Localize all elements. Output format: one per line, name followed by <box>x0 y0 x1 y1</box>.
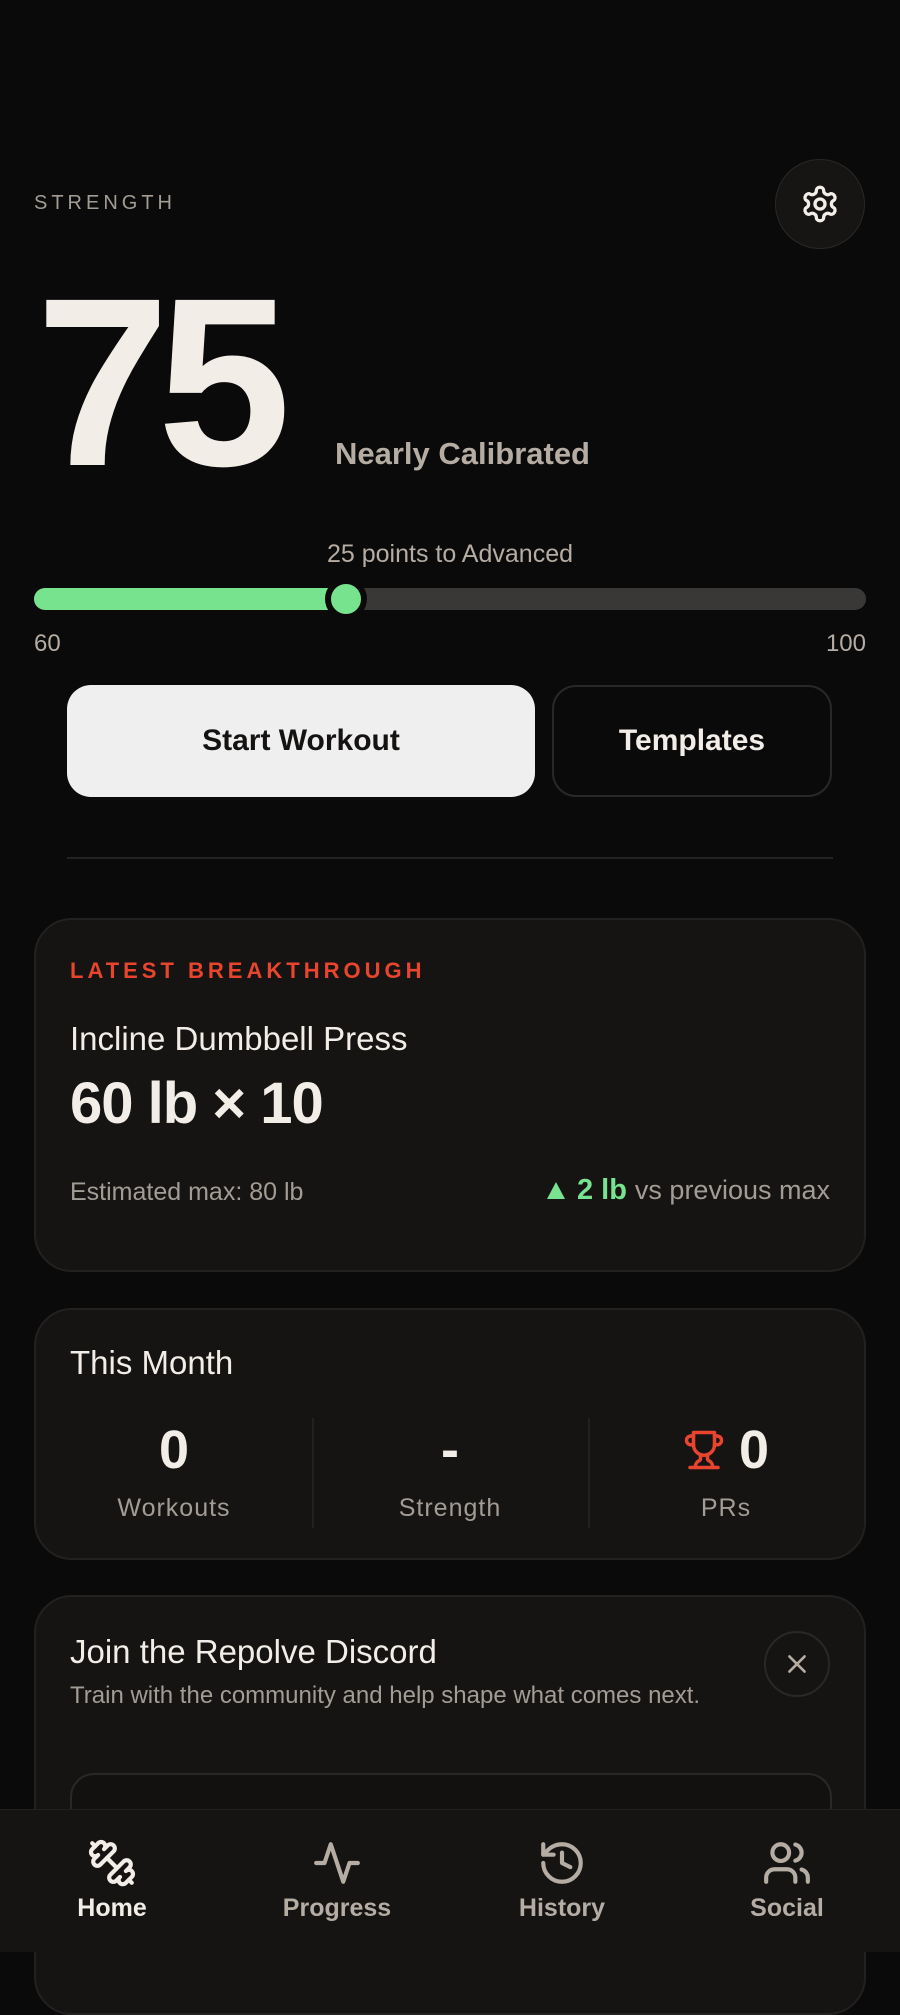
progress-track <box>34 578 866 620</box>
strength-score: 75 <box>36 248 291 516</box>
activity-icon <box>314 1842 360 1884</box>
bottom-nav: Home Progress History Social <box>0 1809 900 1952</box>
nav-item-history[interactable]: History <box>482 1838 642 1923</box>
templates-button[interactable]: Templates <box>552 685 832 797</box>
dumbbell-icon <box>88 1839 136 1887</box>
month-title: This Month <box>70 1344 234 1381</box>
nav-label: Home <box>77 1894 147 1922</box>
latest-breakthrough-card[interactable]: LATEST BREAKTHROUGH Incline Dumbbell Pre… <box>34 918 866 1272</box>
settings-button[interactable] <box>775 159 865 249</box>
discord-card: Join the Repolve Discord Train with the … <box>34 1595 866 2015</box>
history-icon <box>541 1842 583 1884</box>
progress-fill <box>34 588 346 610</box>
stat-value: 0 <box>158 1420 190 1480</box>
this-month-card: This Month 0 Workouts - Strength 0 PRs <box>34 1308 866 1560</box>
arrow-up-icon <box>546 1182 565 1199</box>
delta-value: 2 lb <box>576 1174 627 1206</box>
breakthrough-label: LATEST BREAKTHROUGH <box>70 958 426 983</box>
estimated-max: Estimated max: 80 lb <box>70 1178 304 1206</box>
discord-title: Join the Repolve Discord <box>70 1633 437 1670</box>
nav-label: Progress <box>282 1894 392 1922</box>
progress-min-label: 60 <box>34 630 61 657</box>
nav-item-social[interactable]: Social <box>707 1838 867 1923</box>
stat-strength: - Strength <box>312 1418 588 1528</box>
month-stats: 0 Workouts - Strength 0 PRs <box>36 1418 864 1528</box>
close-icon <box>788 1655 806 1673</box>
section-eyebrow: STRENGTH <box>34 192 176 214</box>
divider <box>67 857 833 859</box>
stat-label: Strength <box>398 1494 502 1522</box>
nav-label: Social <box>750 1894 824 1922</box>
stat-label: Workouts <box>117 1494 231 1522</box>
stat-workouts: 0 Workouts <box>36 1418 312 1528</box>
set-result: 60 lb × 10 <box>70 1071 324 1136</box>
progress-thumb <box>325 578 367 620</box>
progress-caption: 25 points to Advanced <box>326 540 574 568</box>
max-delta: 2 lb vs previous max <box>546 1174 830 1207</box>
stat-prs: 0 PRs <box>588 1418 864 1528</box>
users-icon <box>764 1842 810 1884</box>
nav-item-progress[interactable]: Progress <box>257 1838 417 1923</box>
progress-max-label: 100 <box>825 630 866 657</box>
discord-subtitle: Train with the community and help shape … <box>70 1682 701 1709</box>
nav-label: History <box>518 1894 606 1922</box>
delta-suffix: vs previous max <box>634 1175 830 1205</box>
nav-item-home[interactable]: Home <box>32 1838 192 1923</box>
stat-label: PRs <box>700 1494 752 1522</box>
gear-icon <box>803 185 837 223</box>
stat-value: - <box>441 1420 459 1480</box>
calibration-status: Nearly Calibrated <box>335 436 590 471</box>
start-workout-button[interactable]: Start Workout <box>67 685 535 797</box>
trophy-icon <box>683 1429 725 1471</box>
dismiss-button[interactable] <box>764 1631 830 1697</box>
stat-value: 0 <box>738 1420 770 1480</box>
exercise-name: Incline Dumbbell Press <box>70 1020 408 1057</box>
